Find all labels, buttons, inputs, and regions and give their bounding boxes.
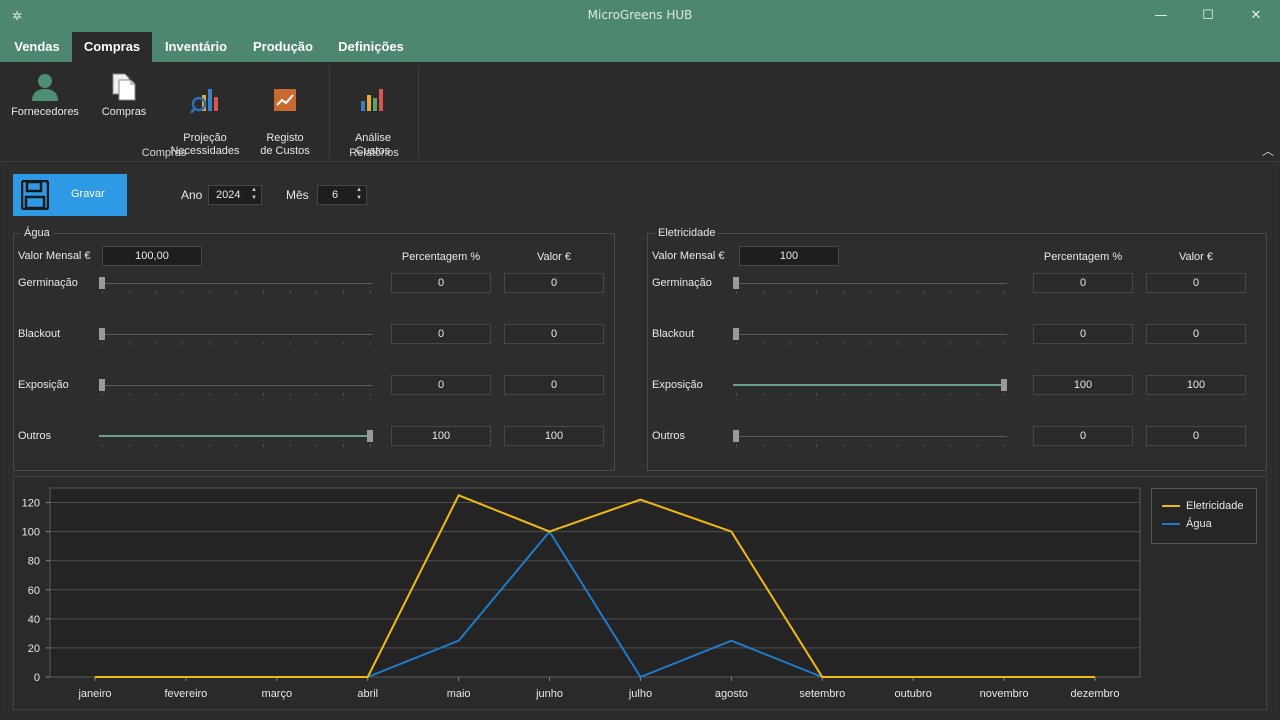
x-tick-label: setembro: [799, 688, 845, 700]
cost-line-chart: 0 20 40 60 80 100 120 janeiro fevereiro março abri…: [22, 487, 1141, 700]
legend-swatch: [1162, 505, 1180, 508]
y-tick-label: 60: [28, 585, 40, 597]
y-tick-label: 100: [22, 527, 40, 539]
legend-label: Eletricidade: [1186, 500, 1244, 512]
legend-item-eletricidade: Eletricidade: [1162, 500, 1243, 512]
x-tick-label: dezembro: [1071, 688, 1120, 700]
x-tick-label: junho: [535, 688, 563, 700]
y-tick-label: 80: [28, 556, 40, 568]
x-tick-label: agosto: [715, 688, 748, 700]
x-tick-label: maio: [447, 688, 471, 700]
legend-swatch: [1162, 523, 1180, 526]
legend-label: Água: [1186, 518, 1212, 530]
x-tick-label: outubro: [895, 688, 932, 700]
y-tick-label: 0: [34, 672, 40, 684]
chart-legend: Eletricidade Água: [1151, 488, 1257, 544]
y-tick-label: 40: [28, 614, 40, 626]
x-tick-label: janeiro: [77, 688, 111, 700]
x-tick-label: julho: [628, 688, 652, 700]
legend-item-agua: Água: [1162, 518, 1212, 530]
y-tick-label: 20: [28, 643, 40, 655]
y-tick-label: 120: [22, 498, 40, 510]
x-tick-label: novembro: [980, 688, 1029, 700]
x-tick-label: março: [262, 688, 293, 700]
x-tick-label: fevereiro: [165, 688, 208, 700]
x-tick-label: abril: [357, 688, 378, 700]
